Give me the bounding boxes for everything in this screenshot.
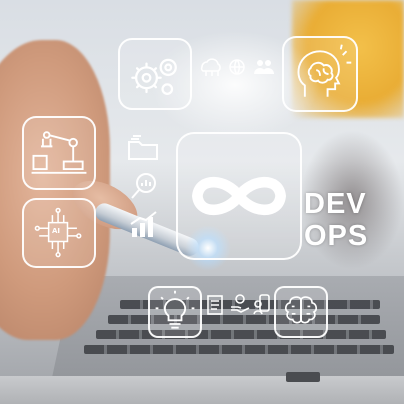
- gears-icon: [118, 38, 192, 110]
- wordmark-line-ops: OPS: [304, 220, 369, 252]
- ai-chip-label: AI: [52, 227, 61, 235]
- infinity-icon: [176, 132, 302, 260]
- hand-coin-icon: [229, 292, 251, 316]
- devops-wordmark: DEV OPS: [304, 188, 368, 252]
- person-phone-icon: [253, 292, 275, 316]
- devops-scene: DEV OPS AI: [0, 0, 404, 404]
- brain-circuit-icon: [274, 286, 328, 338]
- lightbulb-icon: [148, 286, 202, 338]
- cloud-network-icon: [196, 55, 224, 79]
- document-icon: [205, 294, 225, 316]
- folder-icon: [126, 134, 160, 162]
- laptop-port: [286, 372, 320, 382]
- globe-refresh-icon: [226, 56, 248, 78]
- key-row: [84, 345, 394, 354]
- laptop-front-edge: [0, 376, 404, 404]
- people-icon: [252, 57, 276, 77]
- brain-head-icon: [282, 36, 358, 112]
- bar-chart-icon: [128, 210, 160, 238]
- analytics-search-icon: [128, 170, 160, 202]
- wordmark-line-dev: DEV: [304, 188, 367, 220]
- key-row: [96, 330, 386, 339]
- robot-arm-icon: [22, 116, 96, 190]
